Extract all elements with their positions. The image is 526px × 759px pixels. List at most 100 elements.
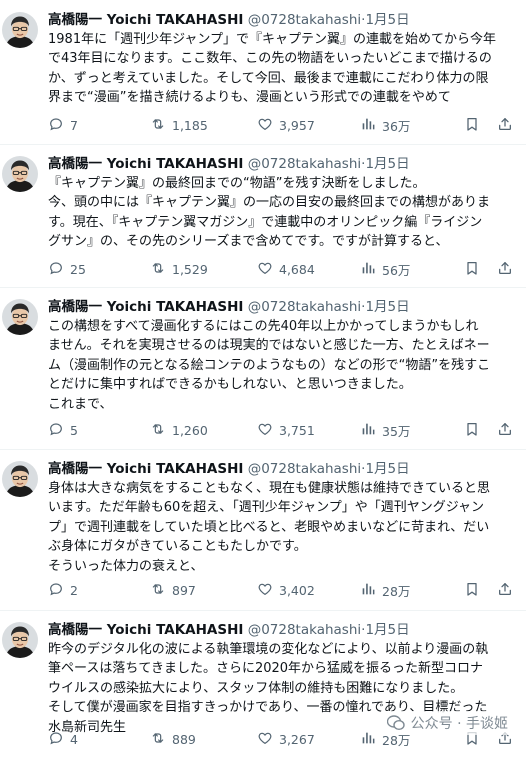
retweet-button[interactable]: 897 — [150, 580, 196, 600]
tweet-text-line: で43年目になります。ここ数年、この先の物語をいったいどこまで描けるの — [48, 51, 492, 67]
avatar[interactable] — [2, 12, 38, 48]
share-icon — [497, 260, 513, 279]
retweet-count: 897 — [172, 582, 196, 598]
tweet-date[interactable]: 1月5日 — [365, 12, 409, 28]
views-button[interactable]: 35万 — [360, 420, 410, 440]
tweet-actions: 2 897 3,402 28万 — [48, 580, 518, 600]
tweet[interactable]: 高橋陽一 Yoichi TAKAHASHI @0728takahashi·1月5… — [0, 610, 526, 759]
views-count: 28万 — [382, 583, 411, 599]
like-icon — [257, 581, 273, 600]
tweet-text-line: グサン』の、その先のシリーズまで含めてです。ですが計算すると、 — [48, 234, 449, 250]
avatar[interactable] — [2, 461, 38, 497]
tweet-header: 高橋陽一 Yoichi TAKAHASHI @0728takahashi·1月5… — [48, 459, 516, 479]
share-button[interactable] — [497, 115, 513, 135]
views-count: 35万 — [382, 423, 411, 439]
author-handle[interactable]: @0728takahashi — [248, 461, 361, 477]
reply-icon — [48, 581, 64, 600]
author-handle[interactable]: @0728takahashi — [248, 156, 361, 172]
author-name[interactable]: 高橋陽一 Yoichi TAKAHASHI — [48, 12, 243, 28]
author-name[interactable]: 高橋陽一 Yoichi TAKAHASHI — [48, 156, 243, 172]
bookmark-icon — [464, 421, 480, 440]
retweet-button[interactable]: 1,529 — [150, 259, 208, 279]
tweet[interactable]: 高橋陽一 Yoichi TAKAHASHI @0728takahashi·1月5… — [0, 287, 526, 450]
retweet-button[interactable]: 1,260 — [150, 420, 208, 440]
author-handle[interactable]: @0728takahashi — [248, 299, 361, 315]
share-button[interactable] — [497, 259, 513, 279]
bookmark-button[interactable] — [464, 580, 480, 600]
tweet-text: 『キャプテン翼』の最終回までの“物語”を残す決断をしました。 今、頭の中には『キャ… — [48, 174, 516, 252]
reply-button[interactable]: 7 — [48, 115, 78, 135]
bookmark-button[interactable] — [464, 420, 480, 440]
reply-count: 7 — [70, 117, 78, 133]
tweet-text: 1981年に「週刊少年ジャンプ」で『キャプテン翼』の連載を始めてから今年 で43年… — [48, 30, 516, 108]
retweet-count: 889 — [172, 731, 196, 747]
tweet-feed: 高橋陽一 Yoichi TAKAHASHI @0728takahashi·1月5… — [0, 0, 526, 759]
like-button[interactable]: 3,402 — [257, 580, 315, 600]
views-button[interactable]: 36万 — [360, 115, 410, 135]
tweet-header: 高橋陽一 Yoichi TAKAHASHI @0728takahashi·1月5… — [48, 620, 516, 640]
avatar[interactable] — [2, 622, 38, 658]
share-button[interactable] — [497, 580, 513, 600]
reply-icon — [48, 730, 64, 749]
tweet-date[interactable]: 1月5日 — [365, 461, 409, 477]
like-button[interactable]: 3,751 — [257, 420, 315, 440]
author-name[interactable]: 高橋陽一 Yoichi TAKAHASHI — [48, 461, 243, 477]
reply-count: 2 — [70, 582, 78, 598]
reply-icon — [48, 116, 64, 135]
watermark-text: 公众号 · 手谈姬 — [410, 716, 508, 732]
retweet-icon — [150, 730, 166, 749]
reply-button[interactable]: 5 — [48, 420, 78, 440]
author-handle[interactable]: @0728takahashi — [248, 12, 361, 28]
tweet-text-line: 界まで“漫画”を描き続けるよりも、漫画という形式での連載をやめて — [48, 90, 451, 106]
tweet-header: 高橋陽一 Yoichi TAKAHASHI @0728takahashi·1月5… — [48, 154, 516, 174]
author-name[interactable]: 高橋陽一 Yoichi TAKAHASHI — [48, 299, 243, 315]
views-button[interactable]: 28万 — [360, 580, 410, 600]
tweet-date[interactable]: 1月5日 — [365, 156, 409, 172]
like-button[interactable]: 3,957 — [257, 115, 315, 135]
tweet[interactable]: 高橋陽一 Yoichi TAKAHASHI @0728takahashi·1月5… — [0, 0, 526, 145]
tweet-header: 高橋陽一 Yoichi TAKAHASHI @0728takahashi·1月5… — [48, 10, 516, 30]
retweet-icon — [150, 260, 166, 279]
reply-button[interactable]: 25 — [48, 259, 86, 279]
reply-button[interactable]: 2 — [48, 580, 78, 600]
views-count: 36万 — [382, 118, 411, 134]
tweet-text-line: 筆ペースは落ちてきました。さらに2020年から猛威を振るった新型コロナ — [48, 661, 484, 677]
reply-count: 4 — [70, 731, 78, 747]
retweet-button[interactable]: 1,185 — [150, 115, 208, 135]
retweet-button[interactable]: 889 — [150, 729, 196, 749]
avatar[interactable] — [2, 156, 38, 192]
author-handle[interactable]: @0728takahashi — [248, 622, 361, 638]
reply-icon — [48, 421, 64, 440]
like-count: 4,684 — [279, 261, 315, 277]
like-button[interactable]: 4,684 — [257, 259, 315, 279]
author-name[interactable]: 高橋陽一 Yoichi TAKAHASHI — [48, 622, 243, 638]
tweet-text-line: ム（漫画制作の元となる絵コンテのようなもの）などの形で“物語”を残すこ — [48, 357, 491, 373]
like-icon — [257, 116, 273, 135]
tweet[interactable]: 高橋陽一 Yoichi TAKAHASHI @0728takahashi·1月5… — [0, 144, 526, 288]
like-icon — [257, 421, 273, 440]
retweet-icon — [150, 116, 166, 135]
tweet-text-line: 昨今のデジタル化の波による執筆環境の変化などにより、以前より漫画の執 — [48, 642, 489, 657]
tweet-date[interactable]: 1月5日 — [365, 622, 409, 638]
tweet-text-line: ぶ身体にガタがきていることもたしかです。 — [48, 539, 307, 555]
tweet-text-line: 『キャプテン翼』の最終回までの“物語”を残す決断をしました。 — [48, 176, 426, 191]
retweet-count: 1,185 — [172, 117, 208, 133]
like-count: 3,751 — [279, 422, 315, 438]
views-icon — [360, 421, 376, 440]
wechat-icon — [386, 715, 405, 731]
reply-button[interactable]: 4 — [48, 729, 78, 749]
tweet-text: 身体は大きな病気をすることもなく、現在も健康状態は維持できていると思 います。ただ… — [48, 479, 516, 576]
bookmark-button[interactable] — [464, 259, 480, 279]
retweet-count: 1,529 — [172, 261, 208, 277]
views-button[interactable]: 56万 — [360, 259, 410, 279]
watermark: 公众号 · 手谈姬 — [382, 711, 512, 735]
avatar[interactable] — [2, 299, 38, 335]
share-button[interactable] — [497, 420, 513, 440]
bookmark-button[interactable] — [464, 115, 480, 135]
share-icon — [497, 581, 513, 600]
tweet-date[interactable]: 1月5日 — [365, 299, 409, 315]
retweet-count: 1,260 — [172, 422, 208, 438]
tweet[interactable]: 高橋陽一 Yoichi TAKAHASHI @0728takahashi·1月5… — [0, 449, 526, 611]
like-button[interactable]: 3,267 — [257, 729, 315, 749]
like-count: 3,402 — [279, 582, 315, 598]
